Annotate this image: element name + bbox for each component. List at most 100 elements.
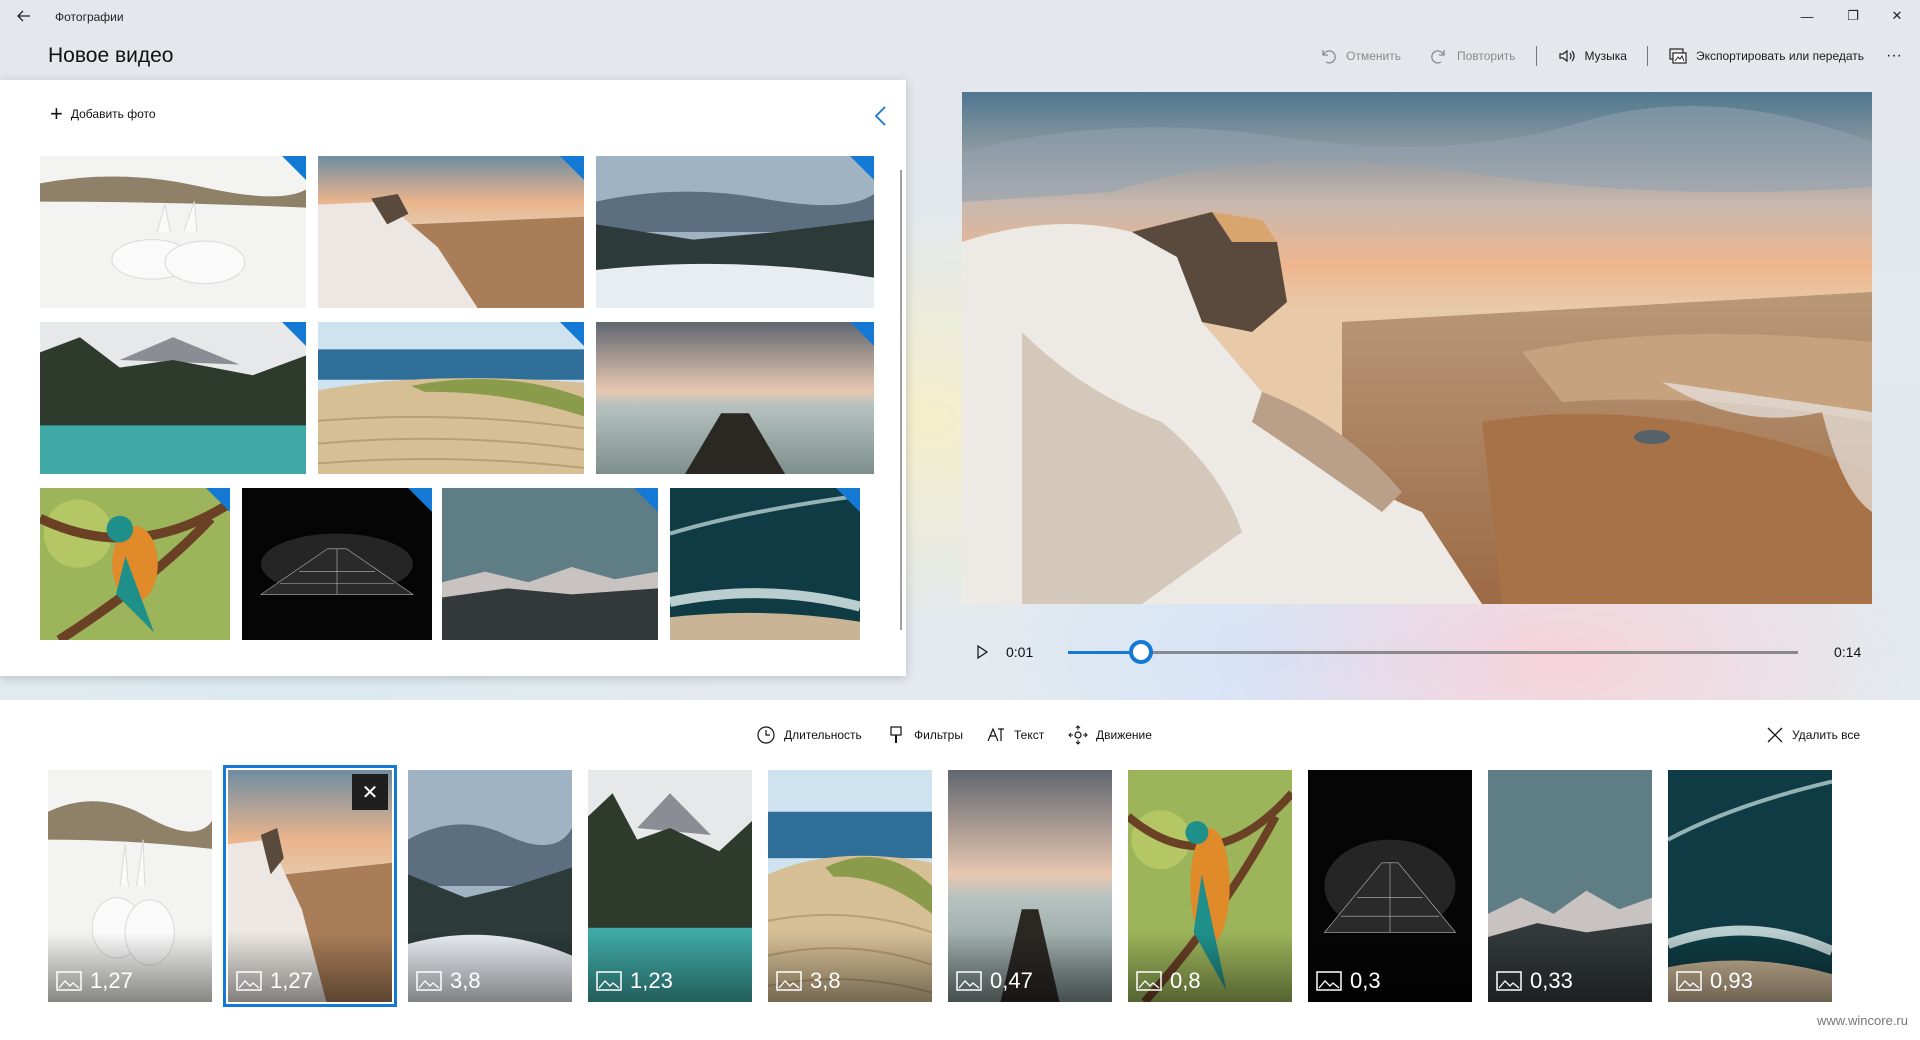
undo-icon [1322, 50, 1336, 64]
motion-icon [1068, 725, 1088, 745]
library-photo-parrot[interactable] [40, 488, 230, 640]
cloud-badge-icon [408, 488, 432, 512]
filters-label: Фильтры [914, 728, 963, 742]
storyboard-clip[interactable]: 0,8 [1128, 770, 1292, 1002]
storyboard-clip[interactable]: 3,8 [768, 770, 932, 1002]
redo-button[interactable]: Повторить [1415, 40, 1530, 72]
seek-knob[interactable] [1129, 640, 1153, 664]
undo-button[interactable]: Отменить [1304, 40, 1415, 72]
photo-image [442, 488, 658, 640]
library-photo-dunes[interactable] [318, 322, 584, 474]
library-photo-building[interactable] [242, 488, 432, 640]
clip-duration-label: 0,93 [1710, 968, 1753, 993]
clip-duration: 0,93 [1676, 968, 1753, 994]
photo-image [670, 488, 860, 640]
music-button[interactable]: Музыка [1543, 40, 1641, 72]
maximize-button[interactable]: ❐ [1830, 0, 1876, 32]
clip-duration: 0,3 [1316, 968, 1381, 994]
photo-image [596, 322, 874, 474]
storyboard-clip[interactable]: 1,27 [48, 770, 212, 1002]
library-photo-lake[interactable] [40, 322, 306, 474]
storyboard-clip[interactable]: 0,33 [1488, 770, 1652, 1002]
export-icon [1669, 48, 1687, 64]
clip-duration: 3,8 [776, 968, 841, 994]
library-photo-valley[interactable] [596, 156, 874, 308]
storyboard: Длительность Фильтры Текст Движение Удал… [0, 700, 1920, 1040]
export-label: Экспортировать или передать [1695, 49, 1865, 63]
filters-button[interactable]: Фильтры [886, 720, 963, 750]
back-button[interactable] [8, 0, 40, 32]
storyboard-toolbar: Длительность Фильтры Текст Движение Удал… [0, 720, 1920, 750]
motion-button[interactable]: Движение [1068, 720, 1152, 750]
clip-duration-label: 1,27 [90, 968, 133, 993]
image-icon [776, 971, 802, 991]
toolbar: Отменить Повторить Музыка Экспортировать… [1304, 40, 1910, 72]
image-icon [1496, 971, 1522, 991]
seek-bar[interactable] [1068, 640, 1798, 664]
clip-duration: 3,8 [416, 968, 481, 994]
motion-label: Движение [1096, 728, 1152, 742]
export-button[interactable]: Экспортировать или передать [1654, 40, 1878, 72]
photo-image [40, 322, 306, 474]
library-photo-mountains[interactable] [442, 488, 658, 640]
text-label: Текст [1014, 728, 1045, 742]
storyboard-clip[interactable]: 0,93 [1668, 770, 1832, 1002]
image-icon [596, 971, 622, 991]
photo-image [40, 488, 230, 640]
delete-all-label: Удалить все [1792, 728, 1861, 742]
redo-icon [1431, 50, 1445, 64]
text-button[interactable]: Текст [986, 720, 1044, 750]
clip-duration: 0,47 [956, 968, 1033, 994]
add-photo-button[interactable]: + Добавить фото [50, 101, 156, 126]
toolbar-separator [1646, 46, 1648, 66]
clock-icon [757, 726, 775, 744]
clip-duration: 1,27 [56, 968, 133, 994]
play-icon[interactable] [972, 642, 992, 662]
brush-icon [890, 726, 902, 743]
image-icon [56, 971, 82, 991]
storyboard-clip[interactable]: 1,27 ✕ [223, 765, 397, 1007]
video-preview[interactable] [962, 92, 1872, 604]
library-photo-pier[interactable] [596, 322, 874, 474]
library-photo-ocean[interactable] [670, 488, 860, 640]
clip-duration-label: 3,8 [450, 968, 481, 993]
cloud-badge-icon [206, 488, 230, 512]
close-window-button[interactable]: ✕ [1874, 0, 1920, 32]
photo-image [40, 156, 306, 308]
photo-library-panel: + Добавить фото [0, 80, 906, 676]
watermark: www.wincore.ru [1816, 1013, 1908, 1028]
playback-controls: 0:01 0:14 [962, 630, 1872, 674]
library-scrollbar[interactable] [900, 170, 902, 630]
cloud-badge-icon [850, 322, 874, 346]
storyboard-clip[interactable]: 0,47 [948, 770, 1112, 1002]
library-photo-cliff[interactable] [318, 156, 584, 308]
duration-button[interactable]: Длительность [756, 720, 862, 750]
delete-all-button[interactable]: Удалить все [1766, 720, 1860, 750]
photo-image [318, 322, 584, 474]
clip-duration-label: 1,23 [630, 968, 673, 993]
photo-image [318, 156, 584, 308]
toolbar-separator [1535, 46, 1537, 66]
image-icon [1316, 971, 1342, 991]
remove-clip-button[interactable]: ✕ [352, 774, 388, 810]
clip-duration-label: 3,8 [810, 968, 841, 993]
app-name: Фотографии [55, 10, 124, 24]
photo-image [596, 156, 874, 308]
library-photo-hares[interactable] [40, 156, 306, 308]
cloud-badge-icon [560, 322, 584, 346]
minimize-button[interactable]: — [1784, 0, 1830, 32]
duration-label: Длительность [784, 728, 862, 742]
clip-duration-label: 0,8 [1170, 968, 1201, 993]
storyboard-clip[interactable]: 1,23 [588, 770, 752, 1002]
storyboard-clip[interactable]: 3,8 [408, 770, 572, 1002]
clip-duration: 1,23 [596, 968, 673, 994]
undo-label: Отменить [1346, 49, 1401, 63]
clip-duration: 0,8 [1136, 968, 1201, 994]
storyboard-clip[interactable]: 0,3 [1308, 770, 1472, 1002]
more-button[interactable]: ··· [1878, 40, 1910, 72]
chevron-left-icon[interactable] [868, 102, 894, 130]
music-label: Музыка [1584, 49, 1627, 63]
plus-icon: + [50, 101, 63, 126]
cloud-badge-icon [282, 322, 306, 346]
current-time: 0:01 [1006, 644, 1034, 660]
